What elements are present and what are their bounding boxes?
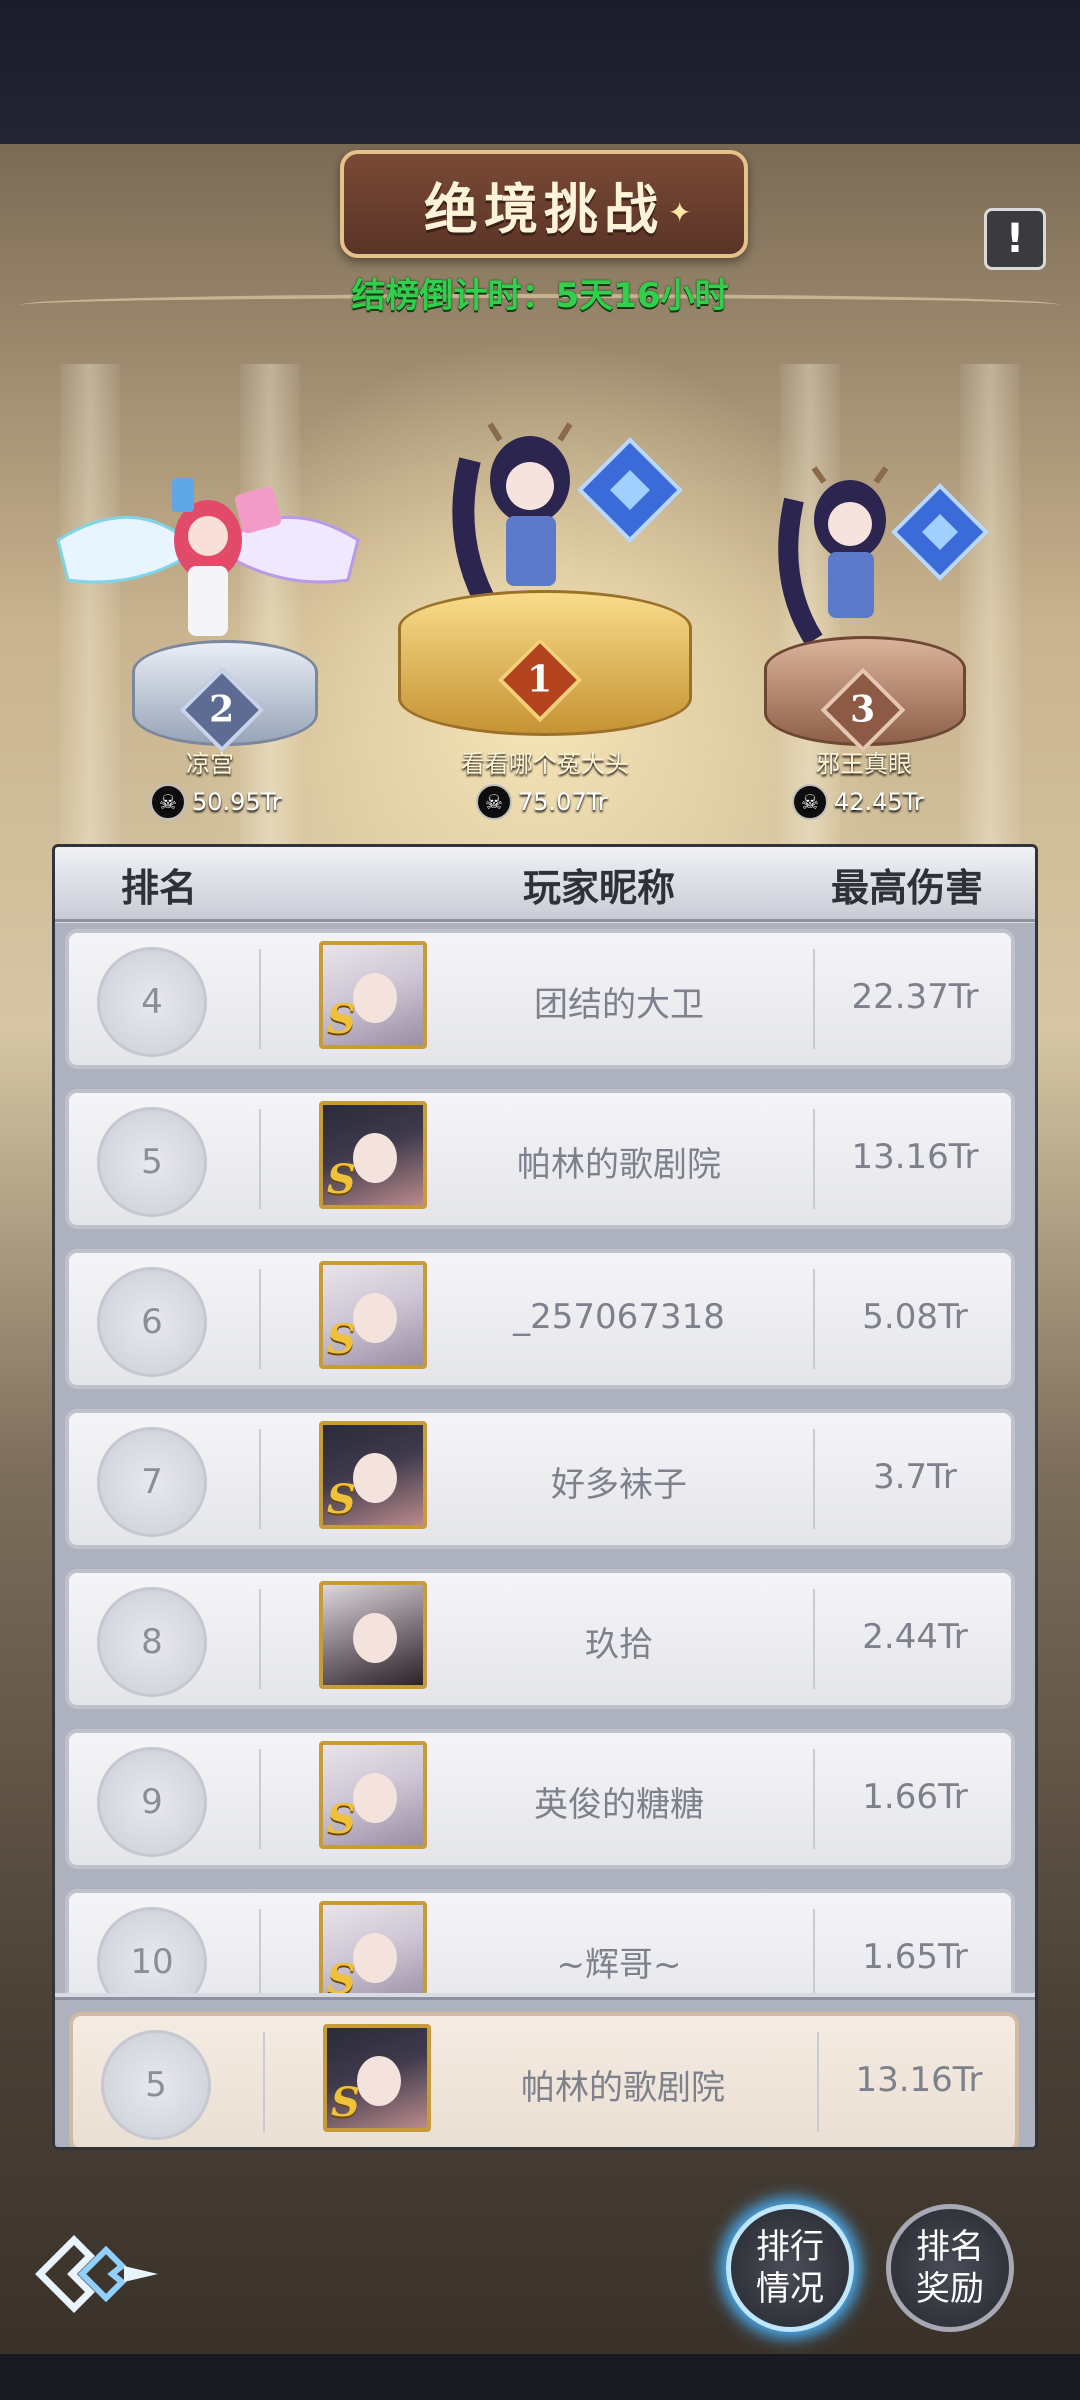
ranking-status-button[interactable]: 排行 情况 (726, 2204, 854, 2332)
rank-number: 4 (97, 947, 207, 1057)
ranking-rewards-button[interactable]: 排名 奖励 (886, 2204, 1014, 2332)
rank-number: 6 (97, 1267, 207, 1377)
my-rank-row[interactable]: 5 S 帕林的歌剧院 13.16Tr (69, 2012, 1019, 2147)
max-damage: 13.16Tr (851, 1137, 979, 1177)
player-name: ~辉哥~ (556, 1945, 682, 1985)
player-avatar[interactable]: S (319, 941, 427, 1049)
exclamation-icon: ! (1005, 216, 1025, 262)
info-button[interactable]: ! (984, 208, 1046, 270)
table-row[interactable]: 8 玖拾 2.44Tr (65, 1569, 1015, 1709)
max-damage: 5.08Tr (862, 1297, 968, 1337)
table-row[interactable]: 4 S 团结的大卫 22.37Tr (65, 929, 1015, 1069)
table-row[interactable]: 7 S 好多袜子 3.7Tr (65, 1409, 1015, 1549)
player-avatar[interactable]: S (319, 1421, 427, 1529)
max-damage: 13.16Tr (855, 2060, 983, 2100)
rank-number: 10 (97, 1907, 207, 1993)
rank-number: 5 (101, 2030, 211, 2140)
third-place-character[interactable] (770, 460, 1000, 650)
skull-icon: ☠ (476, 784, 512, 820)
table-row[interactable]: 5 S 帕林的歌剧院 13.16Tr (65, 1089, 1015, 1229)
my-rank-section: 5 S 帕林的歌剧院 13.16Tr (55, 1997, 1035, 2147)
header-player: 玩家昵称 (523, 866, 676, 910)
player-avatar[interactable]: S (319, 1261, 427, 1369)
player-avatar[interactable] (319, 1581, 427, 1689)
second-place-score: ☠ 50.95Tr (150, 784, 282, 820)
rank-number: 9 (97, 1747, 207, 1857)
first-place-score: ☠ 75.07Tr (476, 784, 608, 820)
player-avatar[interactable]: S (319, 1901, 427, 1993)
player-name: 玖拾 (585, 1625, 653, 1665)
game-logo-icon[interactable] (32, 2232, 162, 2316)
first-place-name: 看看哪个菟大头 (461, 750, 629, 778)
rank-number: 8 (97, 1587, 207, 1697)
rank-number: 5 (97, 1107, 207, 1217)
page-title: 绝境挑战 (424, 177, 664, 241)
max-damage: 22.37Tr (851, 977, 979, 1017)
skull-icon: ☠ (792, 784, 828, 820)
player-name: _257067318 (513, 1297, 725, 1337)
second-place-character[interactable] (48, 470, 368, 650)
countdown-timer: 结榜倒计时：5天16小时 (351, 276, 729, 316)
table-header: 排名 玩家昵称 最高伤害 (55, 847, 1035, 922)
table-row[interactable]: 9 S 英俊的糖糖 1.66Tr (65, 1729, 1015, 1869)
bottom-bar (0, 2354, 1080, 2400)
max-damage: 1.66Tr (862, 1777, 968, 1817)
top-bar (0, 0, 1080, 144)
table-row[interactable]: 10 S ~辉哥~ 1.65Tr (65, 1889, 1015, 1993)
player-avatar[interactable]: S (323, 2024, 431, 2132)
max-damage: 1.65Tr (862, 1937, 968, 1977)
leaderboard-table: 排名 玩家昵称 最高伤害 4 S 团结的大卫 22.37Tr 5 S 帕林的歌剧… (52, 844, 1038, 2150)
leaderboard-list[interactable]: 4 S 团结的大卫 22.37Tr 5 S 帕林的歌剧院 13.16Tr 6 S… (55, 923, 1035, 1993)
header-damage: 最高伤害 (831, 866, 984, 910)
player-name: 帕林的歌剧院 (517, 1145, 721, 1185)
table-row[interactable]: 6 S _257067318 5.08Tr (65, 1249, 1015, 1389)
max-damage: 3.7Tr (873, 1457, 957, 1497)
rank-number: 7 (97, 1427, 207, 1537)
player-name: 英俊的糖糖 (534, 1785, 704, 1825)
skull-icon: ☠ (150, 784, 186, 820)
player-name: 好多袜子 (551, 1465, 687, 1505)
player-avatar[interactable]: S (319, 1741, 427, 1849)
player-avatar[interactable]: S (319, 1101, 427, 1209)
max-damage: 2.44Tr (862, 1617, 968, 1657)
sparkle-icon: ✦ (668, 196, 692, 229)
third-place-name: 邪王真眼 (816, 750, 912, 778)
player-name: 团结的大卫 (534, 985, 704, 1025)
third-place-score: ☠ 42.45Tr (792, 784, 924, 820)
second-place-name: 凉宫 (186, 750, 234, 778)
header-rank: 排名 (121, 866, 198, 910)
player-name: 帕林的歌剧院 (521, 2068, 725, 2108)
